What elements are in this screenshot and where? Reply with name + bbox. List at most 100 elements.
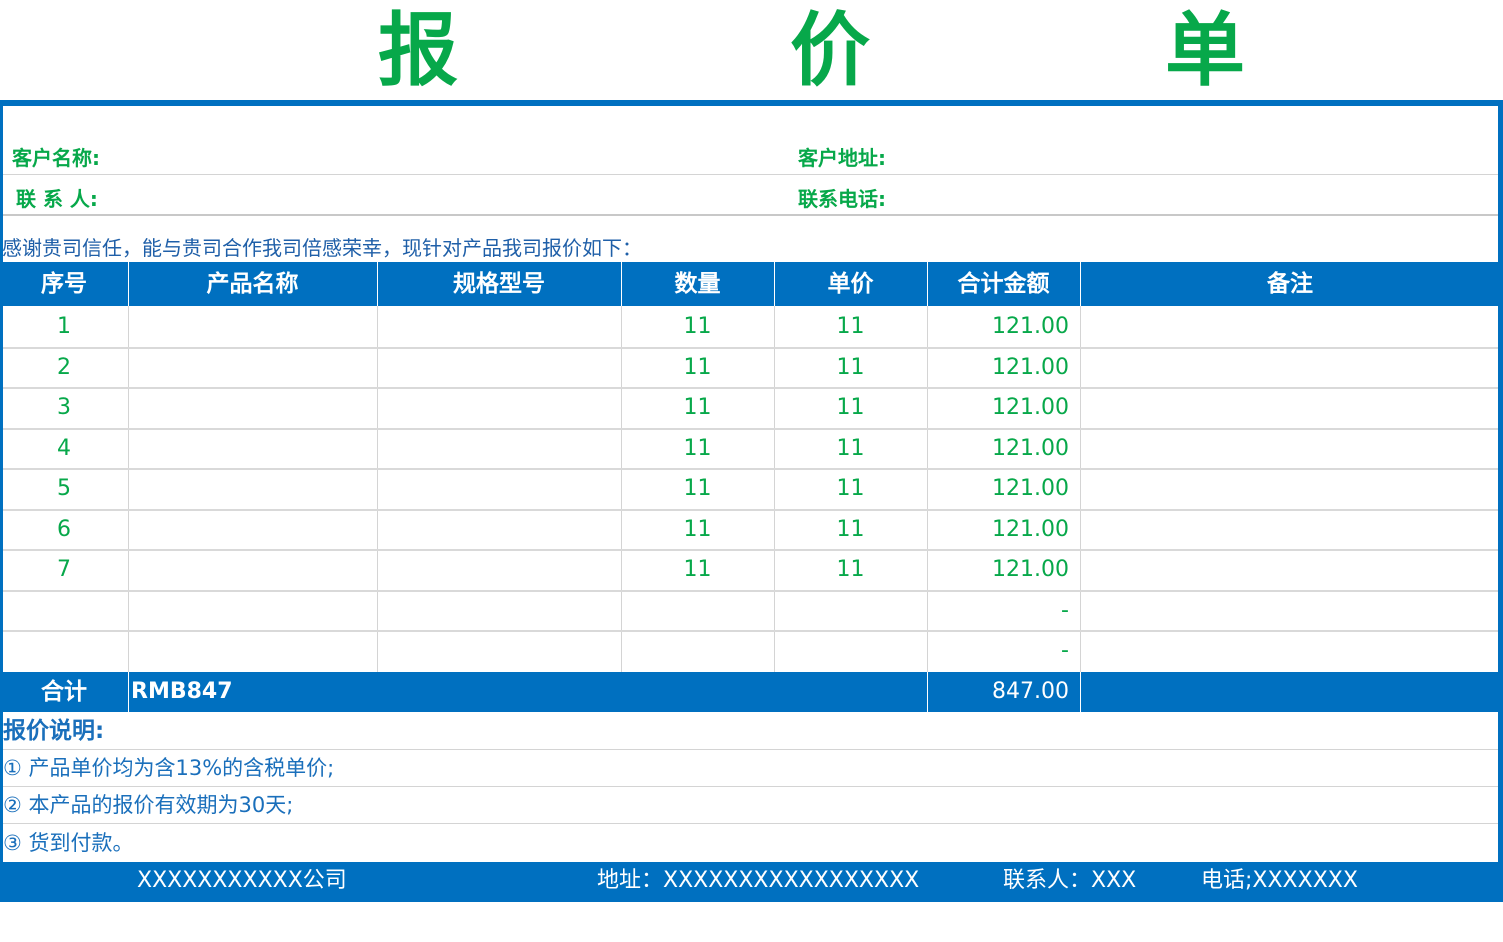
header-price: 单价 bbox=[827, 271, 874, 297]
cell-remark bbox=[1080, 550, 1498, 590]
info-divider bbox=[3, 214, 1498, 216]
note-item: ③ 货到付款。 bbox=[3, 831, 134, 855]
cell-remark bbox=[1080, 631, 1498, 671]
header-amount: 合计金额 bbox=[957, 271, 1050, 297]
cell-qty: 11 bbox=[683, 314, 712, 339]
cell-no bbox=[0, 591, 128, 631]
footer-address: 地址：XXXXXXXXXXXXXXXXX bbox=[597, 868, 920, 893]
header-no: 序号 bbox=[41, 271, 87, 297]
cell-product-name bbox=[128, 550, 377, 590]
cell-no: 6 bbox=[57, 517, 71, 542]
total-row: 合计 RMB847 847.00 bbox=[0, 672, 1503, 712]
cell-price: 11 bbox=[836, 476, 865, 501]
header-product-name: 产品名称 bbox=[206, 271, 299, 297]
title-char-3: 单 bbox=[1165, 4, 1245, 97]
cell-product-name bbox=[128, 388, 377, 428]
top-divider bbox=[0, 100, 1503, 106]
cell-amount: 121.00 bbox=[992, 355, 1069, 380]
footer-contact: 联系人：XXX bbox=[1003, 868, 1137, 893]
table-row: 2 11 11 121.00 bbox=[0, 348, 1503, 388]
note-item: ② 本产品的报价有效期为30天; bbox=[3, 793, 294, 817]
cell-qty: 11 bbox=[683, 395, 712, 420]
cell-no bbox=[0, 631, 128, 671]
total-label: 合计 bbox=[41, 679, 87, 705]
note-item: ① 产品单价均为含13%的含税单价; bbox=[3, 756, 335, 780]
customer-name-label: 客户名称: bbox=[12, 146, 100, 170]
cell-qty: 11 bbox=[683, 517, 712, 542]
cell-price bbox=[774, 631, 927, 671]
cell-no: 1 bbox=[57, 314, 71, 339]
notes-title: 报价说明: bbox=[3, 718, 105, 744]
cell-spec bbox=[377, 388, 621, 428]
cell-price bbox=[774, 591, 927, 631]
footer-bar: XXXXXXXXXXX公司 地址：XXXXXXXXXXXXXXXXX 联系人：X… bbox=[0, 862, 1503, 902]
cell-price: 11 bbox=[836, 436, 865, 461]
header-spec: 规格型号 bbox=[453, 271, 545, 297]
cell-price: 11 bbox=[836, 557, 865, 582]
cell-remark bbox=[1080, 307, 1498, 347]
table-row: 6 11 11 121.00 bbox=[0, 510, 1503, 550]
cell-qty: 11 bbox=[683, 436, 712, 461]
cell-amount: 121.00 bbox=[992, 517, 1069, 542]
cell-amount: 121.00 bbox=[992, 395, 1069, 420]
cell-remark bbox=[1080, 510, 1498, 550]
cell-spec bbox=[377, 469, 621, 509]
contact-label: 联 系 人: bbox=[16, 187, 98, 211]
table-header: 序号 产品名称 规格型号 数量 单价 合计金额 备注 bbox=[0, 262, 1503, 306]
cell-no: 2 bbox=[57, 355, 71, 380]
total-rmb: RMB847 bbox=[131, 679, 233, 704]
footer-phone: 电话;XXXXXXX bbox=[1201, 868, 1358, 893]
cell-remark bbox=[1080, 348, 1498, 388]
footer-company: XXXXXXXXXXX公司 bbox=[137, 868, 347, 893]
cell-price: 11 bbox=[836, 355, 865, 380]
cell-spec bbox=[377, 307, 621, 347]
cell-amount: - bbox=[1061, 638, 1069, 663]
cell-product-name bbox=[128, 348, 377, 388]
cell-amount: 121.00 bbox=[992, 476, 1069, 501]
cell-product-name bbox=[128, 591, 377, 631]
cell-spec bbox=[377, 429, 621, 469]
cell-remark bbox=[1080, 429, 1498, 469]
cell-amount: - bbox=[1061, 598, 1069, 623]
cell-no: 5 bbox=[57, 476, 71, 501]
customer-address-label: 客户地址: bbox=[798, 146, 886, 170]
cell-qty: 11 bbox=[683, 355, 712, 380]
cell-spec bbox=[377, 631, 621, 671]
cell-amount: 121.00 bbox=[992, 436, 1069, 461]
phone-label: 联系电话: bbox=[798, 187, 886, 211]
info-divider bbox=[3, 174, 1498, 175]
cell-qty: 11 bbox=[683, 557, 712, 582]
cell-price: 11 bbox=[836, 395, 865, 420]
cell-amount: 121.00 bbox=[992, 557, 1069, 582]
cell-product-name bbox=[128, 510, 377, 550]
table-row: 4 11 11 121.00 bbox=[0, 429, 1503, 469]
cell-no: 3 bbox=[57, 395, 71, 420]
table-row: 5 11 11 121.00 bbox=[0, 469, 1503, 509]
cell-qty: 11 bbox=[683, 476, 712, 501]
table-row: 1 11 11 121.00 bbox=[0, 307, 1503, 347]
cell-remark bbox=[1080, 469, 1498, 509]
header-remark: 备注 bbox=[1267, 271, 1313, 297]
cell-spec bbox=[377, 591, 621, 631]
cell-product-name bbox=[128, 469, 377, 509]
table-row: 3 11 11 121.00 bbox=[0, 388, 1503, 428]
header-qty: 数量 bbox=[674, 271, 721, 297]
cell-qty bbox=[621, 631, 774, 671]
cell-amount: 121.00 bbox=[992, 314, 1069, 339]
table-row: - bbox=[0, 631, 1503, 671]
cell-product-name bbox=[128, 631, 377, 671]
cell-no: 7 bbox=[57, 557, 71, 582]
page-title: 报 价 单 bbox=[0, 0, 1503, 100]
title-char-2: 价 bbox=[790, 4, 870, 97]
greeting-text: 感谢贵司信任，能与贵司合作我司倍感荣幸，现针对产品我司报价如下： bbox=[2, 236, 642, 260]
cell-price: 11 bbox=[836, 517, 865, 542]
cell-product-name bbox=[128, 307, 377, 347]
cell-spec bbox=[377, 550, 621, 590]
table-row: - bbox=[0, 591, 1503, 631]
cell-remark bbox=[1080, 591, 1498, 631]
total-amount: 847.00 bbox=[992, 679, 1069, 704]
cell-spec bbox=[377, 510, 621, 550]
cell-qty bbox=[621, 591, 774, 631]
cell-remark bbox=[1080, 388, 1498, 428]
cell-spec bbox=[377, 348, 621, 388]
